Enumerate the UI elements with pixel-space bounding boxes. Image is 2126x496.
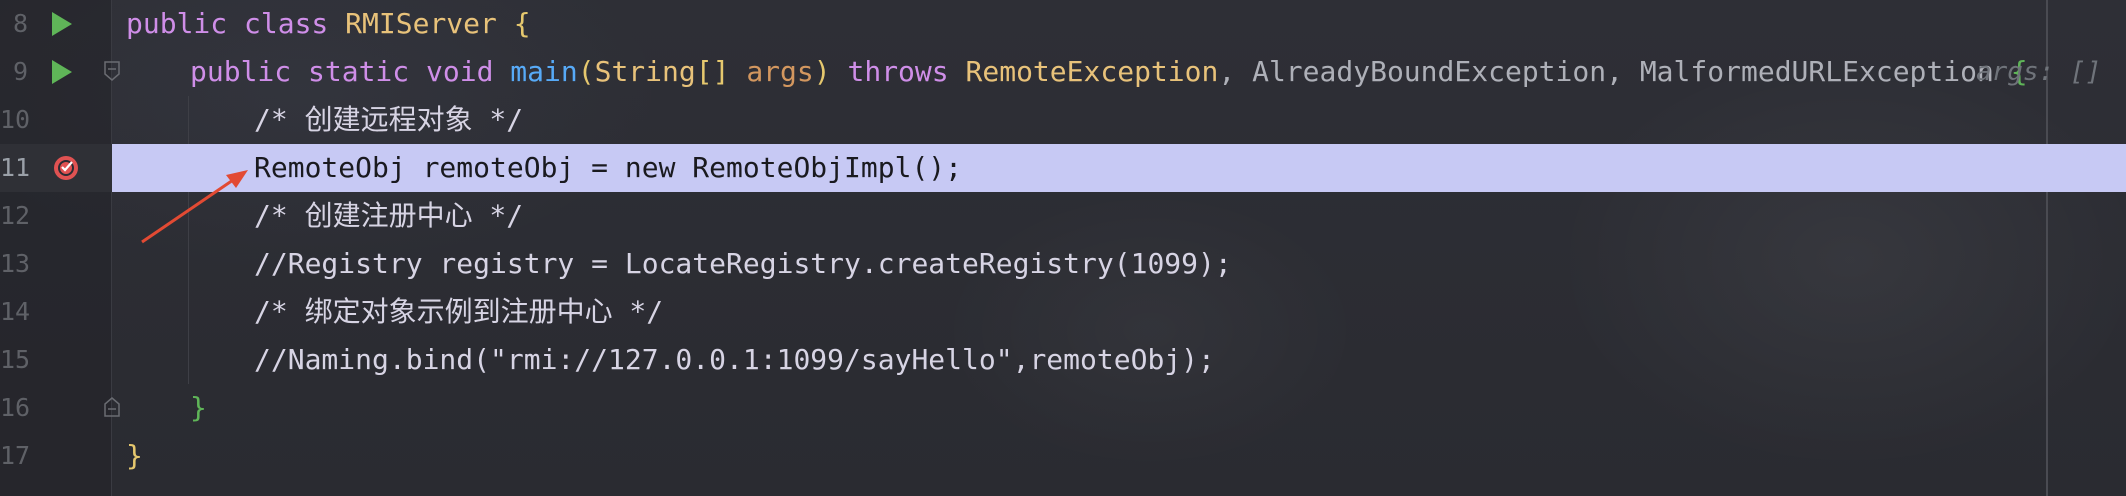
gutter-cell: 13 <box>0 240 112 288</box>
code-line-16[interactable]: 16 } <box>0 384 2126 432</box>
code-line-9[interactable]: 9 public static void main(String[] args)… <box>0 48 2126 96</box>
keyword: public static void <box>190 55 511 88</box>
line-number: 8 <box>12 9 28 38</box>
separator: , <box>1218 55 1253 88</box>
code-line-10[interactable]: 10 /* 创建远程对象 */ <box>0 96 2126 144</box>
gutter-cell: 10 <box>0 96 112 144</box>
class-name: RMIServer <box>345 7 497 40</box>
breakpoint-icon[interactable] <box>52 154 80 182</box>
separator: , <box>1606 55 1640 88</box>
gutter-cell: 11 <box>0 144 112 192</box>
paren: ( <box>577 55 595 88</box>
line-number: 11 <box>0 153 31 182</box>
code-comment[interactable]: /* 绑定对象示例到注册中心 */ <box>254 288 663 336</box>
code-line-13[interactable]: 13 //Registry registry = LocateRegistry.… <box>0 240 2126 288</box>
code-line-17[interactable]: 17 } <box>0 432 2126 480</box>
line-number: 13 <box>0 249 31 278</box>
gutter-cell: 9 <box>0 48 120 96</box>
code-text[interactable]: public class RMIServer { <box>126 0 531 48</box>
code-line-15[interactable]: 15 //Naming.bind("rmi://127.0.0.1:1099/s… <box>0 336 2126 384</box>
inlay-hint: args: [] <box>1976 57 2102 87</box>
line-number: 9 <box>12 57 28 86</box>
gutter-cell: 12 <box>0 192 112 240</box>
line-number: 15 <box>0 345 31 374</box>
type-name: String <box>594 55 696 88</box>
parameter: args <box>746 55 814 88</box>
code-line-12[interactable]: 12 /* 创建注册中心 */ <box>0 192 2126 240</box>
fold-marker-icon[interactable] <box>104 397 120 417</box>
code-comment[interactable]: //Naming.bind("rmi://127.0.0.1:1099/sayH… <box>254 336 1215 384</box>
gutter-cell: 8 <box>0 0 112 48</box>
keyword: throws <box>847 55 966 88</box>
code-comment[interactable]: //Registry registry = LocateRegistry.cre… <box>254 240 1232 288</box>
line-number: 14 <box>0 297 31 326</box>
run-gutter-icon[interactable] <box>52 12 72 36</box>
array-brackets: [] <box>695 55 747 88</box>
brace: { <box>496 7 531 40</box>
fold-marker-icon[interactable] <box>104 61 120 81</box>
paren: ) <box>813 55 848 88</box>
line-number: 10 <box>0 105 31 134</box>
exception-name: AlreadyBoundException <box>1252 55 1607 88</box>
code-text[interactable]: public static void main(String[] args) t… <box>190 48 2028 96</box>
line-number: 16 <box>0 393 31 422</box>
gutter-cell: 16 <box>0 384 120 432</box>
code-comment[interactable]: /* 创建远程对象 */ <box>254 96 523 144</box>
code-comment[interactable]: /* 创建注册中心 */ <box>254 192 523 240</box>
exception-name: RemoteException <box>965 55 1219 88</box>
code-line-8[interactable]: 8 public class RMIServer { <box>0 0 2126 48</box>
run-gutter-icon[interactable] <box>52 60 72 84</box>
closing-brace[interactable]: } <box>190 384 207 432</box>
method-name: main <box>510 55 578 88</box>
gutter-cell: 17 <box>0 432 112 480</box>
keyword: public class <box>126 7 346 40</box>
code-line-14[interactable]: 14 /* 绑定对象示例到注册中心 */ <box>0 288 2126 336</box>
gutter-cell: 14 <box>0 288 112 336</box>
code-statement[interactable]: RemoteObj remoteObj = new RemoteObjImpl(… <box>254 144 962 192</box>
code-line-11[interactable]: 11 RemoteObj remoteObj = new RemoteObjIm… <box>0 144 2126 192</box>
line-number: 17 <box>0 441 31 470</box>
gutter-cell: 15 <box>0 336 112 384</box>
line-number: 12 <box>0 201 31 230</box>
exception-name: MalformedURLException <box>1639 55 1994 88</box>
closing-brace[interactable]: } <box>126 432 143 480</box>
